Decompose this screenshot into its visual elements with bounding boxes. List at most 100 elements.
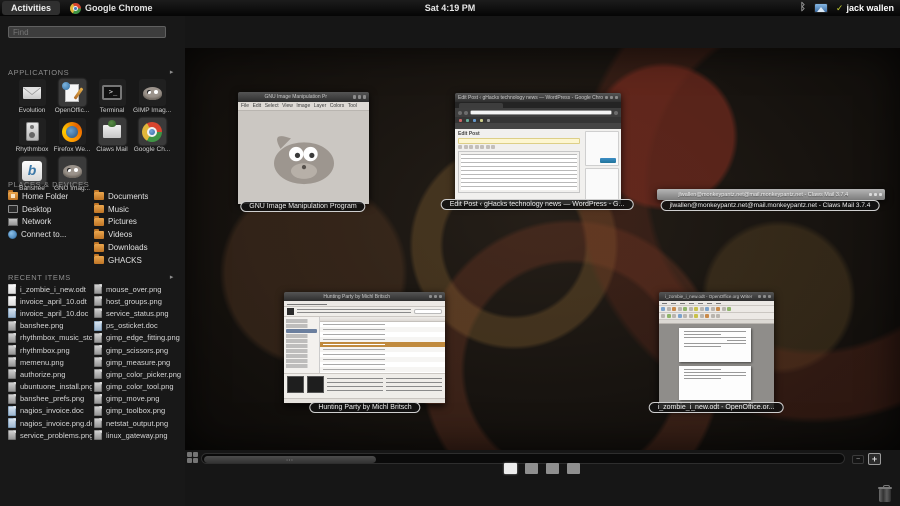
file-icon — [94, 345, 102, 356]
recent-item-ps-osticket-doc[interactable]: ps_osticket.doc — [94, 320, 184, 332]
add-workspace-button[interactable]: + — [868, 453, 881, 465]
recent-item-gimp-color-picker-png[interactable]: gimp_color_picker.png — [94, 368, 184, 380]
app-evolution[interactable]: Evolution — [13, 79, 51, 114]
recent-items-header: RECENT ITEMS ▸ — [8, 273, 174, 282]
window-preview-chrome[interactable]: Edit Post ‹ gHacks technology news — Wor… — [455, 93, 621, 204]
writer-title: i_zombie_i_new.odt - OpenOffice.org Writ… — [665, 294, 753, 299]
file-icon — [8, 332, 16, 343]
recent-expand-icon[interactable]: ▸ — [170, 273, 174, 281]
recent-item-invoice-april-10-doc[interactable]: invoice_april_10.doc — [8, 307, 92, 319]
recent-item-gimp-color-tool-png[interactable]: gimp_color_tool.png — [94, 381, 184, 393]
window-preview-openoffice-writer[interactable]: i_zombie_i_new.odt - OpenOffice.org Writ… — [659, 292, 774, 409]
recent-item-mouse-over-png[interactable]: mouse_over.png — [94, 283, 184, 295]
places-column-right: Documents Music Pictures Videos Downloads GHA… — [94, 190, 182, 267]
selected-source — [286, 329, 317, 333]
banshee-recommendations-pane — [284, 373, 445, 398]
focused-app-menu[interactable]: Google Chrome — [70, 2, 153, 14]
workspace-indicator-3[interactable] — [546, 463, 559, 474]
app-claws-mail[interactable]: Claws Mail — [93, 118, 131, 153]
recent-item-authorize-png[interactable]: authorize.png — [8, 368, 92, 380]
file-icon — [94, 308, 102, 319]
place-documents[interactable]: Documents — [94, 190, 182, 203]
file-icon — [94, 405, 102, 416]
place-desktop[interactable]: Desktop — [8, 203, 92, 216]
recent-item-nagios-invoice-doc[interactable]: nagios_invoice.doc — [8, 405, 92, 417]
post-editor — [458, 151, 580, 193]
recent-item-banshee-png[interactable]: banshee.png — [8, 320, 92, 332]
recent-item-gimp-toolbox-png[interactable]: gimp_toolbox.png — [94, 405, 184, 417]
recent-item-nagios-invoice-png-doc[interactable]: nagios_invoice.png.doc — [8, 417, 92, 429]
file-icon — [8, 284, 16, 295]
file-icon — [94, 430, 102, 441]
app-tile — [18, 118, 46, 145]
workspace-grid-view-icon[interactable] — [187, 452, 198, 463]
place-home-folder[interactable]: Home Folder — [8, 190, 92, 203]
clock[interactable]: Sat 4:19 PM — [425, 3, 476, 13]
terminal-icon: >_ — [102, 85, 122, 100]
recent-item-gimp-scissors-png[interactable]: gimp_scissors.png — [94, 344, 184, 356]
writer-toolbar-standard — [659, 306, 774, 313]
app-firefox-we[interactable]: Firefox We... — [53, 118, 91, 153]
recent-item-invoice-april-10-odt[interactable]: invoice_april_10.odt — [8, 295, 92, 307]
recent-item-ubuntuone-install-png[interactable]: ubuntuone_install.png — [8, 381, 92, 393]
place-videos[interactable]: Videos — [94, 228, 182, 241]
recent-item-linux-gateway-png[interactable]: linux_gateway.png — [94, 429, 184, 441]
applications-expand-icon[interactable]: ▸ — [170, 68, 174, 76]
photo-indicator-icon[interactable] — [813, 3, 828, 13]
user-menu[interactable]: ✓ jack wallen — [836, 3, 894, 14]
recent-item-rhythmbox-music-stor[interactable]: rhythmbox_music_stor... — [8, 332, 92, 344]
app-tile — [58, 118, 86, 145]
window-preview-claws-mail[interactable]: jlwallen@monkeypantz.net@mail.monkeypant… — [657, 189, 885, 200]
place-label: Connect to... — [21, 230, 67, 240]
folder-icon — [94, 254, 104, 265]
place-ghacks[interactable]: GHACKS — [94, 254, 182, 267]
activities-button[interactable]: Activities — [2, 1, 61, 15]
search-input[interactable] — [8, 26, 166, 38]
recent-item-service-status-png[interactable]: service_status.png — [94, 307, 184, 319]
recent-item-host-groups-png[interactable]: host_groups.png — [94, 295, 184, 307]
app-label: Google Ch... — [133, 146, 171, 153]
trash-icon[interactable] — [878, 485, 892, 502]
recent-item-banshee-prefs-png[interactable]: banshee_prefs.png — [8, 393, 92, 405]
categories-box — [585, 167, 619, 202]
place-music[interactable]: Music — [94, 203, 182, 216]
presence-check-icon: ✓ — [835, 2, 844, 13]
forward-icon — [464, 110, 468, 115]
recent-item-service-problems-png[interactable]: service_problems.png — [8, 429, 92, 441]
window-preview-banshee[interactable]: Hunting Party by Michl Britsch — [284, 292, 445, 404]
window-caption-writer: i_zombie_i_new.odt - OpenOffice.or... — [648, 402, 784, 413]
remove-workspace-button[interactable]: − — [852, 455, 864, 464]
recent-item-netstat-output-png[interactable]: netstat_output.png — [94, 417, 184, 429]
recent-item-label: netstat_output.png — [106, 418, 169, 428]
recent-item-label: authorize.png — [20, 369, 66, 379]
window-controls — [352, 95, 366, 99]
app-openoffic[interactable]: OpenOffic... — [53, 79, 91, 114]
workspace-scrollbar-thumb[interactable]: ••• — [204, 455, 376, 463]
bluetooth-icon[interactable]: ᛒ — [800, 3, 806, 13]
place-network[interactable]: Network — [8, 216, 92, 229]
recent-item-gimp-measure-png[interactable]: gimp_measure.png — [94, 356, 184, 368]
file-icon — [8, 381, 16, 392]
app-gimp-imag[interactable]: GIMP Imag... — [133, 79, 171, 114]
app-google-ch[interactable]: Google Ch... — [133, 118, 171, 153]
recent-item-gimp-move-png[interactable]: gimp_move.png — [94, 393, 184, 405]
recent-item-label: linux_gateway.png — [106, 430, 168, 440]
app-terminal[interactable]: >_ Terminal — [93, 79, 131, 114]
workspace-preview[interactable]: GNU Image Manipulation Pr File Edit Select… — [185, 48, 900, 450]
place-label: Downloads — [108, 243, 148, 253]
recent-item-label: service_status.png — [106, 308, 169, 318]
claws-titlebar: jlwallen@monkeypantz.net@mail.monkeypant… — [657, 189, 885, 200]
recent-item-gimp-edge-fitting-png[interactable]: gimp_edge_fitting.png — [94, 332, 184, 344]
workspace-indicator-4[interactable] — [567, 463, 580, 474]
workspace-indicator-2[interactable] — [525, 463, 538, 474]
recent-item-memenu-png[interactable]: memenu.png — [8, 356, 92, 368]
recent-item-i-zombie-i-new-odt[interactable]: i_zombie_i_new.odt — [8, 283, 92, 295]
place-downloads[interactable]: Downloads — [94, 241, 182, 254]
place-connect-to[interactable]: Connect to... — [8, 228, 92, 241]
places-column-left: Home Folder Desktop Network Connect to... — [8, 190, 92, 241]
place-pictures[interactable]: Pictures — [94, 215, 182, 229]
app-rhythmbox[interactable]: Rhythmbox — [13, 118, 51, 153]
recent-item-rhythmbox-png[interactable]: rhythmbox.png — [8, 344, 92, 356]
window-preview-gimp[interactable]: GNU Image Manipulation Pr File Edit Select… — [238, 92, 369, 204]
workspace-indicator-1[interactable] — [504, 463, 517, 474]
